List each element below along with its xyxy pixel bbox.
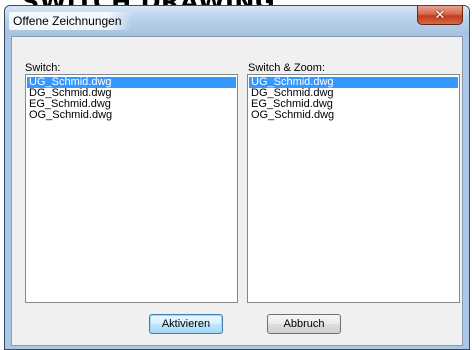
switch-listbox[interactable]: UG_Schmid.dwg DG_Schmid.dwg EG_Schmid.dw… [25, 74, 238, 303]
close-icon: ✕ [434, 7, 446, 23]
close-button[interactable]: ✕ [417, 6, 463, 25]
dialog-window: Offene Zeichnungen ✕ Switch: UG_Schmid.d… [4, 5, 470, 350]
switch-list-label: Switch: [25, 62, 61, 74]
zoom-list-item[interactable]: OG_Schmid.dwg [249, 110, 458, 121]
activate-button[interactable]: Aktivieren [149, 314, 223, 334]
cancel-button[interactable]: Abbruch [267, 314, 341, 334]
title-bar[interactable]: Offene Zeichnungen ✕ [5, 6, 469, 36]
switch-zoom-listbox[interactable]: UG_Schmid.dwg DG_Schmid.dwg EG_Schmid.dw… [247, 74, 460, 303]
zoom-list-label: Switch & Zoom: [248, 62, 326, 74]
dialog-body: Switch: UG_Schmid.dwg DG_Schmid.dwg EG_S… [11, 36, 463, 346]
switch-list-item[interactable]: OG_Schmid.dwg [27, 110, 236, 121]
window-title: Offene Zeichnungen [9, 12, 132, 30]
